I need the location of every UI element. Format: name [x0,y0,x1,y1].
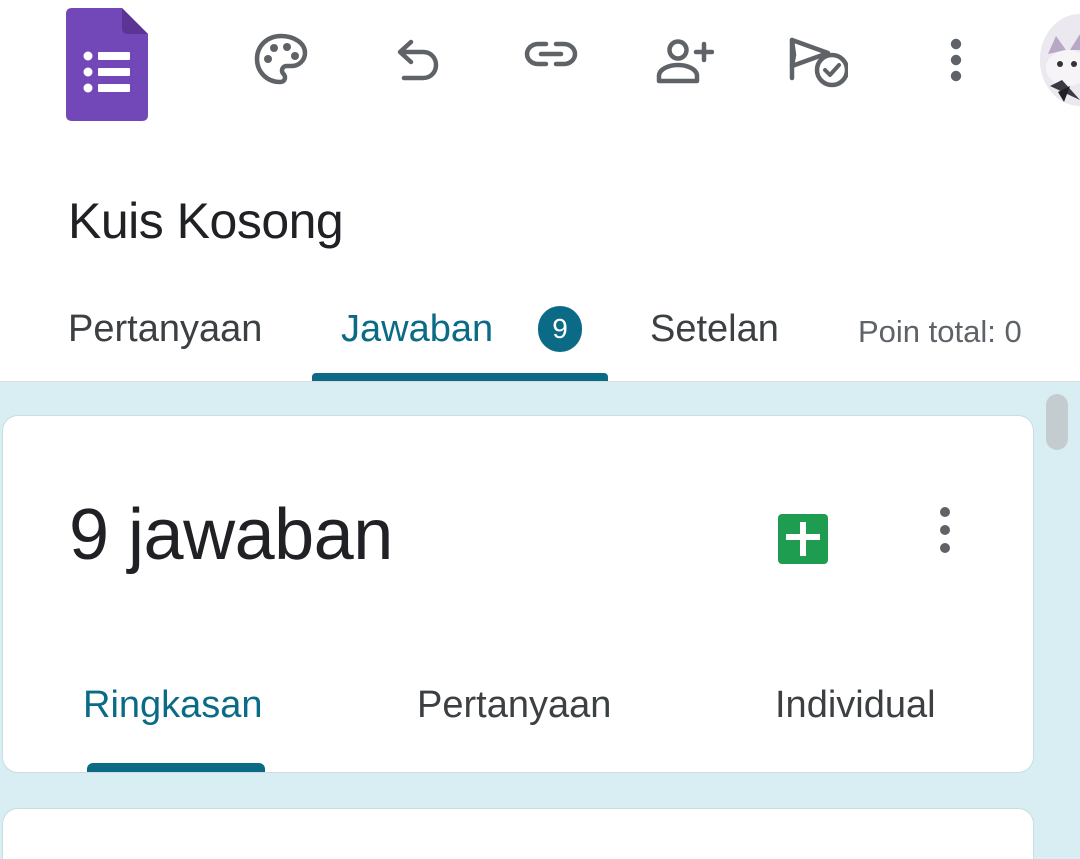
response-count-heading: 9 jawaban [69,495,393,575]
tab-questions[interactable]: Pertanyaan [68,308,262,351]
form-title[interactable]: Kuis Kosong [68,192,344,250]
responses-count-badge: 9 [538,306,582,352]
add-collaborator-icon[interactable] [654,30,714,90]
active-tab-indicator [312,373,608,381]
main-tab-bar: Pertanyaan Jawaban 9 Setelan Poin total:… [0,290,1080,382]
undo-icon[interactable] [387,30,447,90]
top-toolbar [0,0,1080,130]
palette-icon[interactable] [251,30,311,90]
avatar[interactable] [1040,14,1080,106]
tab-responses[interactable]: Jawaban [341,308,493,351]
next-card [2,808,1034,859]
send-icon[interactable] [788,34,848,94]
subtab-summary[interactable]: Ringkasan [83,684,263,727]
link-to-sheets-icon[interactable] [776,512,830,566]
tab-settings[interactable]: Setelan [650,308,779,351]
forms-logo-icon[interactable] [66,8,148,121]
subtab-question[interactable]: Pertanyaan [417,684,611,727]
total-points-label: Poin total: 0 [858,314,1022,349]
responses-content: 9 jawaban Ringkasan Pertanyaan Individua… [0,382,1080,859]
responses-summary-card: 9 jawaban Ringkasan Pertanyaan Individua… [2,415,1034,773]
responses-more-icon[interactable] [921,502,969,558]
more-vert-icon[interactable] [926,30,986,90]
subtab-individual[interactable]: Individual [775,684,936,727]
scrollbar-thumb[interactable] [1046,394,1068,450]
link-icon[interactable] [521,24,581,84]
active-subtab-indicator [87,763,265,772]
